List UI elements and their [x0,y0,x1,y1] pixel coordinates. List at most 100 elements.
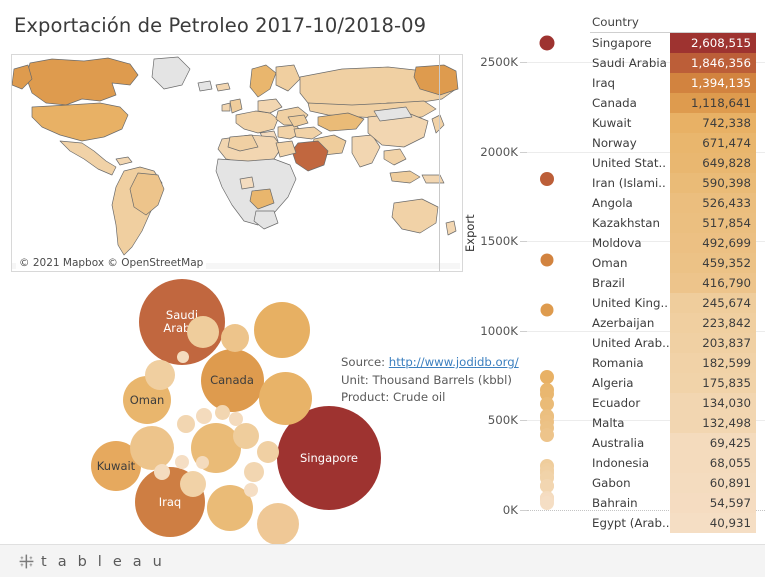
table-row[interactable]: Moldova 492,699 [590,233,756,253]
axis-tick-label: 2000K [480,144,518,159]
cell-export-value: 1,118,641 [670,93,756,113]
value-dot[interactable] [540,495,554,510]
bubble-unlabeled-19[interactable] [177,415,195,433]
bubble-unlabeled-6[interactable] [254,302,310,358]
cell-country: Egypt (Arab.. [592,516,670,530]
map-attribution: © 2021 Mapbox © OpenStreetMap [16,257,207,269]
cell-country: Brazil [592,276,625,290]
cell-country: Kazakhstan [592,216,660,230]
axis-tick-label: 500K [487,413,518,428]
table-row[interactable]: Gabon 60,891 [590,473,756,493]
bubble-unlabeled-24[interactable] [175,455,189,469]
cell-export-value: 203,837 [670,333,756,353]
cell-export-value: 175,835 [670,373,756,393]
source-label: Source: [341,355,389,369]
cell-country: Algeria [592,376,634,390]
cell-export-value: 2,608,515 [670,33,756,53]
table-row[interactable]: Malta 132,498 [590,413,756,433]
cell-country: Saudi Arabia [592,56,667,70]
axis-tick-label: 1000K [480,323,518,338]
bubble-unlabeled-15[interactable] [180,471,206,497]
tableau-logo[interactable]: t a b l e a u [18,553,165,570]
table-row[interactable]: United Arab.. 203,837 [590,333,756,353]
bubble-unlabeled-26[interactable] [244,483,258,497]
bubble-unlabeled-16[interactable] [233,423,259,449]
cell-export-value: 245,674 [670,293,756,313]
table-row[interactable]: Indonesia 68,055 [590,453,756,473]
world-map-svg [12,55,460,269]
cell-export-value: 1,846,356 [670,53,756,73]
bubble-unlabeled-12[interactable] [187,316,219,348]
cell-country: Romania [592,356,644,370]
cell-export-value: 60,891 [670,473,756,493]
cell-export-value: 1,394,135 [670,73,756,93]
bubble-unlabeled-25[interactable] [195,455,209,469]
tick-mark [520,510,527,511]
cell-export-value: 54,597 [670,493,756,513]
cell-export-value: 590,398 [670,173,756,193]
world-map-panel[interactable]: © 2021 Mapbox © OpenStreetMap [11,54,463,272]
table-row[interactable]: United Stat.. 649,828 [590,153,756,173]
table-row[interactable]: Egypt (Arab.. 40,931 [590,513,756,533]
value-dot[interactable] [540,172,554,187]
bubble-unlabeled-21[interactable] [214,404,230,420]
table-row[interactable]: Iraq 1,394,135 [590,73,756,93]
table-row[interactable]: Singapore 2,608,515 [590,33,756,53]
table-row[interactable]: Canada 1,118,641 [590,93,756,113]
bubble-unlabeled-14[interactable] [145,360,175,390]
tableau-dashboard: Exportación de Petroleo 2017-10/2018-09 [0,0,765,577]
table-row[interactable]: Norway 671,474 [590,133,756,153]
cell-export-value: 132,498 [670,413,756,433]
bubble-unlabeled-27[interactable] [177,351,189,363]
column-header-country[interactable]: Country [590,14,756,33]
country-table[interactable]: Country Singapore 2,608,515 Saudi Arabia 1,… [590,14,756,533]
table-row[interactable]: Australia 69,425 [590,433,756,453]
bubble-canada[interactable] [200,348,264,412]
cell-country: Singapore [592,36,652,50]
cell-export-value: 649,828 [670,153,756,173]
export-axis: Export 2500K 2000K 1500K 1000K 500K 0K [463,20,765,540]
table-row[interactable]: Saudi Arabia 1,846,356 [590,53,756,73]
cell-country: Norway [592,136,637,150]
bubble-unlabeled-20[interactable] [196,408,212,424]
value-dot[interactable] [540,428,554,443]
table-row[interactable]: Bahrain 54,597 [590,493,756,513]
bubble-unlabeled-13[interactable] [221,324,249,352]
value-dot[interactable] [539,35,555,51]
cell-country: Indonesia [592,456,650,470]
cell-country: Malta [592,416,625,430]
tableau-wordmark: t a b l e a u [41,553,166,570]
bubble-unlabeled-22[interactable] [229,412,243,426]
value-dot[interactable] [540,253,554,267]
bubble-unlabeled-11[interactable] [257,503,299,545]
table-row[interactable]: Brazil 416,790 [590,273,756,293]
table-row[interactable]: Azerbaijan 223,842 [590,313,756,333]
cell-country: Angola [592,196,633,210]
tick-mark [520,420,527,422]
bubble-unlabeled-9[interactable] [130,426,174,470]
bubble-unlabeled-7[interactable] [258,371,312,425]
table-row[interactable]: Algeria 175,835 [590,373,756,393]
value-dot-strip[interactable] [527,20,567,540]
bubble-chart[interactable]: Singapore Saudi Arabia Iraq Canada Kuwait Oma… [40,276,460,545]
cell-export-value: 69,425 [670,433,756,453]
table-row[interactable]: Iran (Islami.. 590,398 [590,173,756,193]
bubble-unlabeled-23[interactable] [154,464,170,480]
table-row[interactable]: Kazakhstan 517,854 [590,213,756,233]
table-row[interactable]: Oman 459,352 [590,253,756,273]
table-row[interactable]: Romania 182,599 [590,353,756,373]
cell-export-value: 416,790 [670,273,756,293]
table-row[interactable]: Angola 526,433 [590,193,756,213]
value-dot[interactable] [540,303,554,317]
cell-country: Gabon [592,476,631,490]
cell-export-value: 742,338 [670,113,756,133]
bubble-unlabeled-17[interactable] [257,441,279,463]
table-row[interactable]: Ecuador 134,030 [590,393,756,413]
axis-tick-label: 1500K [480,234,518,249]
bubble-unlabeled-18[interactable] [244,462,264,482]
cell-export-value: 517,854 [670,213,756,233]
table-row[interactable]: Kuwait 742,338 [590,113,756,133]
tick-mark [520,151,527,153]
table-row[interactable]: United King.. 245,674 [590,293,756,313]
cell-country: Iraq [592,76,616,90]
